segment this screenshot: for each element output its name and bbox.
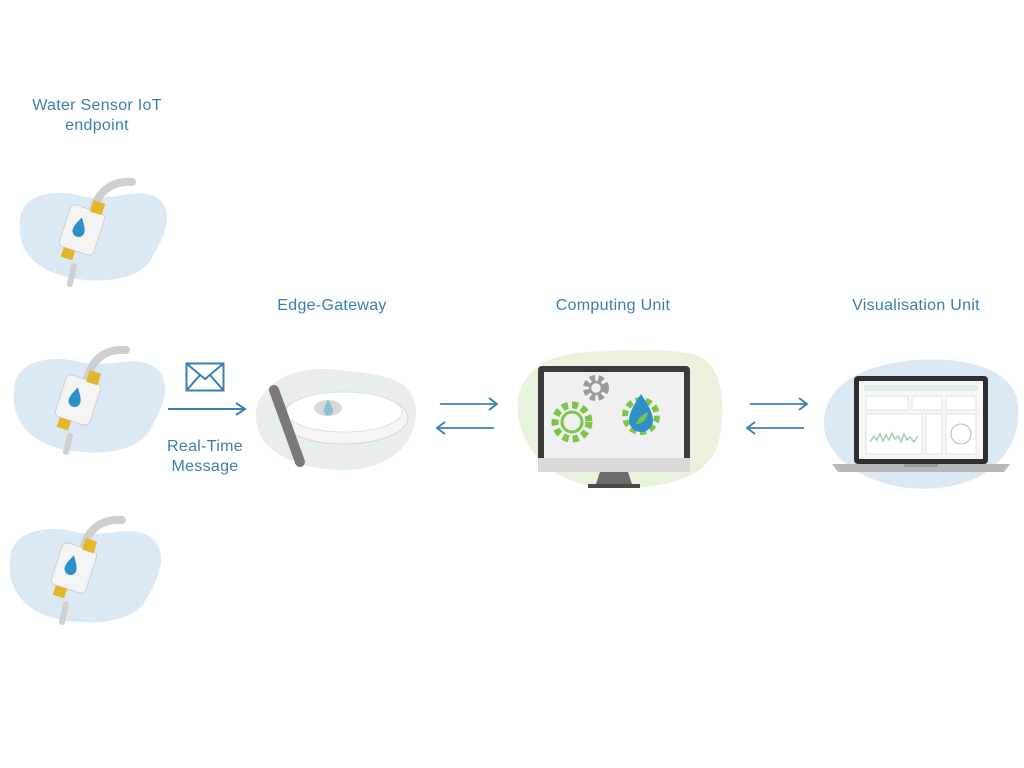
monitor-icon [517, 350, 723, 489]
computing-visualisation-arrows [744, 392, 812, 438]
sensor-label: Water Sensor IoT endpoint [32, 97, 162, 134]
visualisation-label: Visualisation Unit [852, 297, 980, 314]
water-sensor-icon [13, 345, 166, 455]
water-sensor-1 [12, 170, 172, 290]
water-sensor-icon [19, 177, 168, 287]
water-sensor-icon [9, 515, 162, 625]
gateway-label: Edge-Gateway [277, 297, 387, 314]
water-sensor-2 [8, 340, 168, 460]
water-sensor-3 [4, 508, 164, 628]
message-arrow [168, 401, 248, 417]
computing-unit [508, 344, 728, 492]
router-antenna-icon [255, 369, 416, 471]
envelope-icon [185, 362, 225, 392]
edge-gateway [248, 356, 420, 476]
visualisation-unit [818, 352, 1022, 492]
gateway-computing-arrows [434, 392, 502, 438]
computing-label: Computing Unit [555, 297, 671, 314]
laptop-icon [823, 359, 1019, 489]
